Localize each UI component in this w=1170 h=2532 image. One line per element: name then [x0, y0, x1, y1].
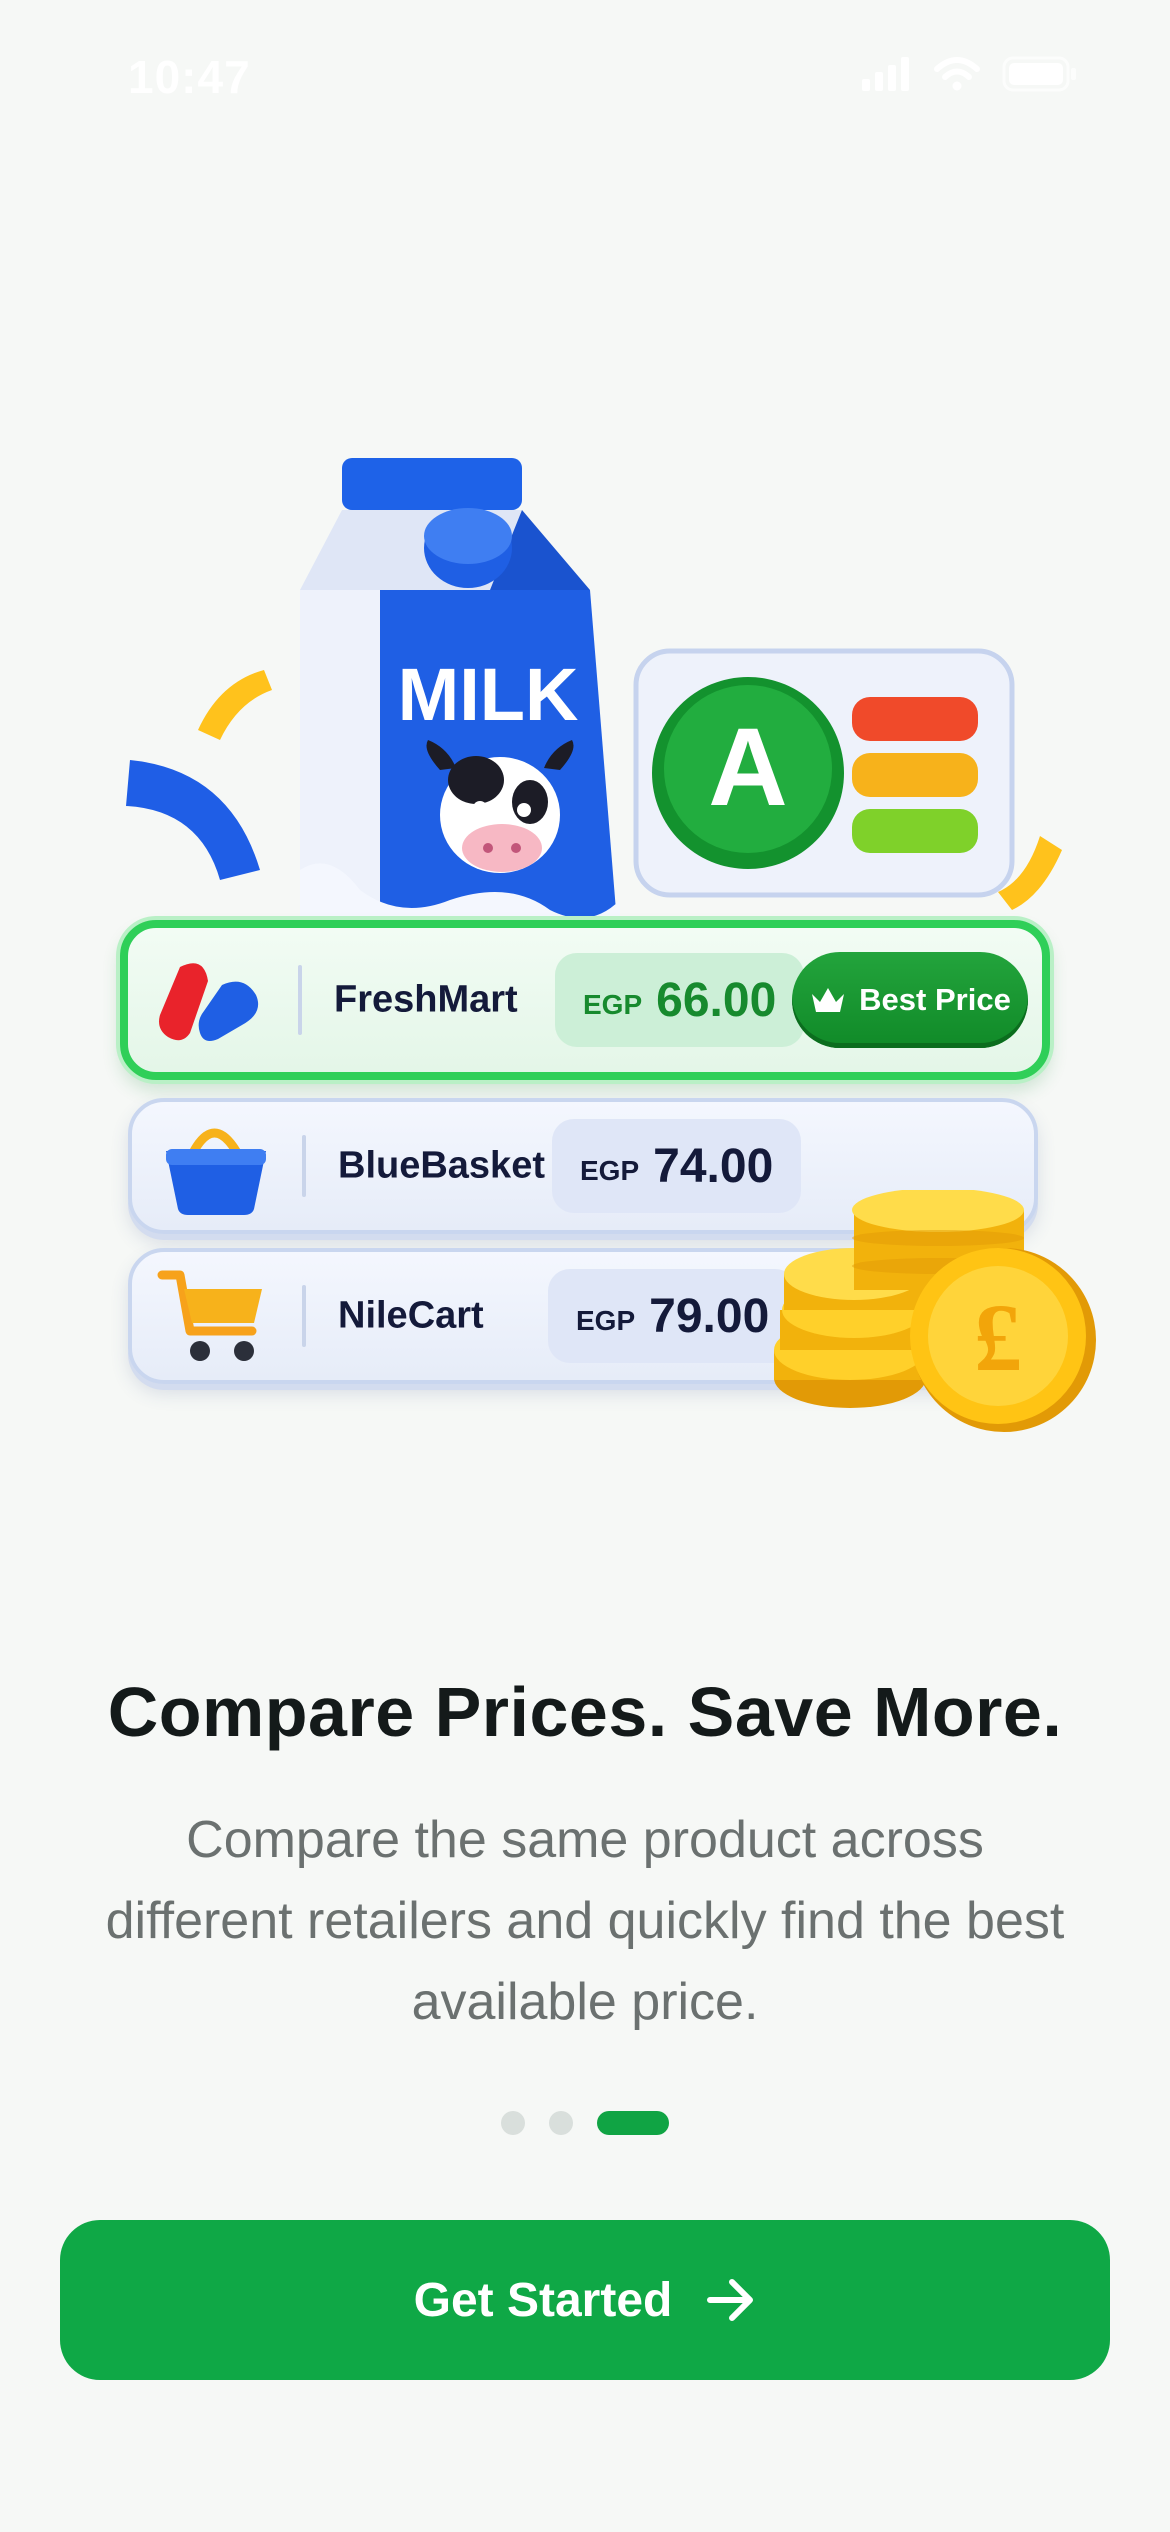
get-started-button[interactable]: Get Started: [60, 2220, 1110, 2380]
retailer-name: FreshMart: [334, 978, 518, 1021]
retailer-row-freshmart: FreshMart EGP 66.00 Best Price: [120, 920, 1050, 1080]
price-pill: EGP 74.00: [552, 1119, 802, 1213]
svg-text:£: £: [974, 1284, 1022, 1391]
retailer-name: NileCart: [338, 1294, 484, 1337]
price-currency: EGP: [576, 1305, 636, 1336]
page-dot-1[interactable]: [501, 2111, 525, 2135]
row-divider: [302, 1135, 306, 1197]
price-currency: EGP: [580, 1155, 640, 1186]
basket-icon: [166, 1128, 266, 1215]
page-dot-3-active[interactable]: [597, 2111, 669, 2135]
row-divider: [298, 965, 302, 1035]
row-divider: [302, 1285, 306, 1347]
best-price-badge: Best Price: [792, 952, 1028, 1048]
onboarding-screen: 10:47 MILK A FreshMart EGP 66.00 Best Pr…: [0, 0, 1170, 2532]
onboarding-title: Compare Prices. Save More.: [107, 1673, 1063, 1751]
battery-icon: [1002, 56, 1076, 92]
svg-text:MILK: MILK: [398, 653, 579, 736]
arrow-right-icon: [707, 2279, 754, 2321]
signal-icon: [862, 57, 909, 91]
svg-text:A: A: [708, 706, 787, 829]
crown-icon: [812, 988, 845, 1012]
status-bar: 10:47: [0, 0, 1170, 150]
status-icons: [862, 56, 1078, 92]
grade-card-icon: A: [633, 648, 1015, 898]
retailer-name: BlueBasket: [338, 1144, 545, 1187]
freshmart-logo-icon: [159, 963, 259, 1041]
price-value: 74.00: [653, 1139, 774, 1193]
wifi-icon: [934, 57, 980, 91]
cart-icon: [157, 1270, 262, 1361]
price-value: 66.00: [656, 973, 777, 1027]
page-indicator: [0, 2111, 1170, 2135]
status-time: 10:47: [128, 51, 251, 103]
price-value: 79.00: [649, 1289, 770, 1343]
best-price-label: Best Price: [859, 982, 1011, 1017]
price-pill: EGP 79.00: [548, 1269, 798, 1363]
onboarding-description: Compare the same product across differen…: [105, 1811, 1065, 2031]
page-dot-2[interactable]: [549, 2111, 573, 2135]
confetti-yellow-icon: [198, 670, 272, 740]
price-pill: EGP 66.00: [555, 953, 805, 1047]
hero-illustration: MILK A FreshMart EGP 66.00 Best Price Bl…: [0, 430, 1170, 1520]
milk-carton-icon: MILK: [300, 458, 620, 960]
confetti-blue-arc-icon: [126, 760, 260, 880]
get-started-label: Get Started: [413, 2273, 673, 2327]
coins-icon: £: [774, 1190, 1096, 1432]
price-currency: EGP: [583, 989, 643, 1020]
